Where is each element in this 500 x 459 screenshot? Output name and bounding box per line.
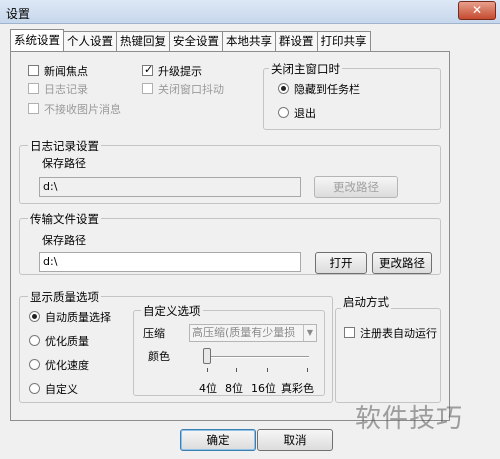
transfer-settings-title: 传输文件设置 <box>28 211 101 227</box>
no-image-message-checkbox[interactable] <box>28 103 39 114</box>
registry-autorun-label: 注册表自动运行 <box>360 327 437 340</box>
radio-selected-dot <box>32 314 37 319</box>
settings-panel: 新闻焦点 日志记录 不接收图片消息 ✓ 升级提示 关闭窗口抖动 关闭主窗口时 隐… <box>10 51 450 421</box>
tab-print-sharing[interactable]: 打印共享 <box>316 31 371 51</box>
close-window-shake-label: 关闭窗口抖动 <box>158 83 224 96</box>
custom-quality-label: 自定义 <box>45 383 78 396</box>
compress-label: 压缩 <box>143 327 165 340</box>
tick-mark <box>307 368 308 372</box>
auto-quality-radio[interactable] <box>29 311 40 322</box>
compress-select[interactable]: 高压缩(质量有少量损 ▼ <box>189 324 317 342</box>
log-record-label: 日志记录 <box>44 83 88 96</box>
close-window-shake-checkbox[interactable] <box>142 83 153 94</box>
optimize-speed-label: 优化速度 <box>45 359 89 372</box>
color-slider-thumb[interactable] <box>203 348 211 364</box>
transfer-change-path-button[interactable]: 更改路径 <box>372 252 432 274</box>
tick-mark <box>207 368 208 372</box>
close-main-window-title: 关闭主窗口时 <box>269 61 342 77</box>
watermark-text: 软件技巧 <box>355 404 464 434</box>
exit-label: 退出 <box>294 107 316 120</box>
tab-personal-settings[interactable]: 个人设置 <box>63 31 117 51</box>
display-quality-title: 显示质量选项 <box>28 289 101 305</box>
tick-mark <box>236 368 237 372</box>
cancel-button[interactable]: 取消 <box>257 429 333 451</box>
startup-group <box>335 308 441 403</box>
news-focus-label: 新闻焦点 <box>44 65 88 78</box>
checkmark-icon: ✓ <box>144 63 154 76</box>
optimize-quality-radio[interactable] <box>29 335 40 346</box>
tab-hotkey-reply[interactable]: 热键回复 <box>116 31 170 51</box>
news-focus-checkbox[interactable] <box>28 65 39 76</box>
tab-group-settings[interactable]: 群设置 <box>275 31 318 51</box>
color-slider-track[interactable] <box>206 356 309 358</box>
chevron-down-icon: ▼ <box>303 325 316 341</box>
tab-local-sharing[interactable]: 本地共享 <box>222 31 276 51</box>
tick-mark <box>267 368 268 372</box>
auto-quality-label: 自动质量选择 <box>45 311 111 324</box>
color-tick-truecolor: 真彩色 <box>281 382 314 395</box>
custom-options-title: 自定义选项 <box>141 303 203 319</box>
transfer-path-label: 保存路径 <box>42 234 86 247</box>
title-bar: 设置 ✕ <box>0 0 500 24</box>
tab-security-settings[interactable]: 安全设置 <box>169 31 223 51</box>
compress-value: 高压缩(质量有少量损 <box>192 326 296 339</box>
radio-selected-dot <box>281 86 286 91</box>
tab-system-settings[interactable]: 系统设置 <box>10 29 64 51</box>
hide-to-taskbar-radio[interactable] <box>278 83 289 94</box>
color-tick-4bit: 4位 <box>199 382 217 395</box>
log-path-label: 保存路径 <box>42 157 86 170</box>
open-folder-button[interactable]: 打开 <box>315 252 367 274</box>
optimize-speed-radio[interactable] <box>29 359 40 370</box>
startup-title: 启动方式 <box>341 294 391 310</box>
close-main-window-group <box>263 68 441 130</box>
close-icon: ✕ <box>471 3 483 17</box>
upgrade-prompt-checkbox[interactable]: ✓ <box>142 63 154 76</box>
close-button[interactable]: ✕ <box>458 1 496 20</box>
tab-bar: 系统设置 个人设置 热键回复 安全设置 本地共享 群设置 打印共享 <box>10 29 371 52</box>
color-tick-8bit: 8位 <box>225 382 243 395</box>
log-change-path-button[interactable]: 更改路径 <box>314 176 398 198</box>
ok-button[interactable]: 确定 <box>180 429 256 451</box>
window-title: 设置 <box>6 7 31 21</box>
transfer-path-field[interactable]: d:\ <box>39 252 301 272</box>
registry-autorun-checkbox[interactable] <box>344 327 355 338</box>
hide-to-taskbar-label: 隐藏到任务栏 <box>294 83 360 96</box>
color-tick-16bit: 16位 <box>251 382 276 395</box>
custom-quality-radio[interactable] <box>29 383 40 394</box>
exit-radio[interactable] <box>278 107 289 118</box>
no-image-message-label: 不接收图片消息 <box>44 103 121 116</box>
log-settings-title: 日志记录设置 <box>28 138 101 154</box>
log-record-checkbox[interactable] <box>28 83 39 94</box>
color-label: 颜色 <box>148 350 170 363</box>
optimize-quality-label: 优化质量 <box>45 335 89 348</box>
log-path-field[interactable]: d:\ <box>39 177 301 197</box>
upgrade-prompt-label: 升级提示 <box>158 65 202 78</box>
